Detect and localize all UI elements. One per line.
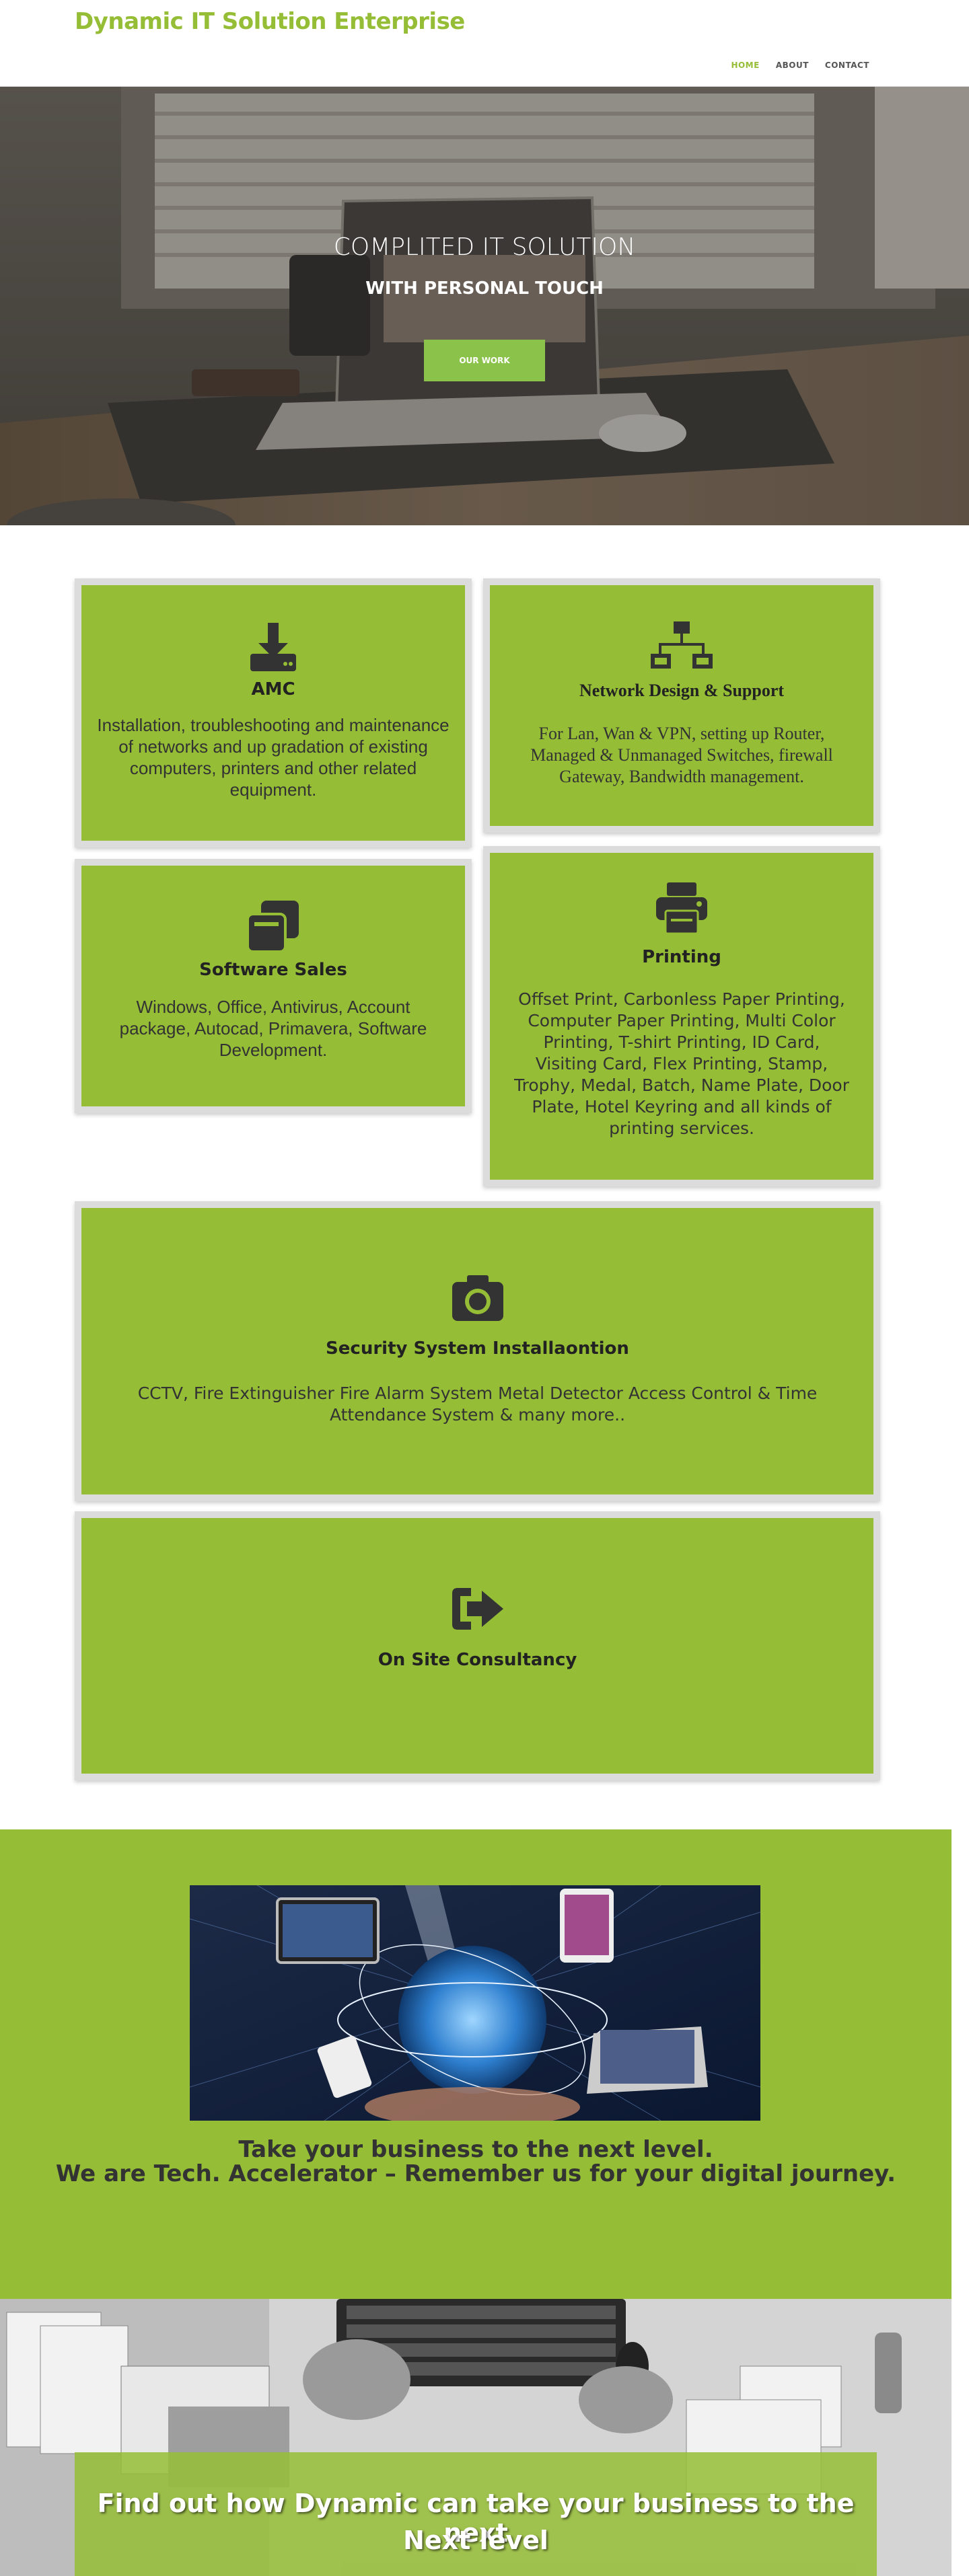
service-card-security: Security System Installaontion CCTV, Fir… [75,1201,880,1501]
service-text: For Lan, Wan & VPN, setting up Router, M… [530,724,833,786]
nav-contact[interactable]: CONTACT [825,61,869,70]
service-card-amc: AMC Installation, troubleshooting and ma… [75,578,472,847]
service-card-consultancy: On Site Consultancy [75,1511,880,1780]
our-work-button[interactable]: OUR WORK [424,340,545,381]
service-title: Printing [642,947,721,967]
service-title: Software Sales [199,960,347,980]
technology-image [190,1885,760,2121]
hero-overlay [0,87,969,525]
nav-about[interactable]: ABOUT [776,61,809,70]
download-icon [81,620,465,674]
site-header: Dynamic IT Solution Enterprise HOME ABOU… [0,0,969,87]
hero-section: COMPLITED IT SOLUTION WITH PERSONAL TOUC… [0,87,969,525]
brand-logo[interactable]: Dynamic IT Solution Enterprise [75,8,465,35]
tagline-line-2: We are Tech. Accelerator – Remember us f… [55,2160,896,2187]
service-text: Offset Print, Carbonless Paper Printing,… [514,989,849,1138]
service-text: CCTV, Fire Extinguisher Fire Alarm Syste… [137,1384,818,1425]
service-card-software: Software Sales Windows, Office, Antiviru… [75,859,472,1113]
clone-icon [81,899,465,953]
sitemap-icon [490,620,873,674]
service-title: Network Design & Support [579,681,785,700]
tagline-line-1: Take your business to the next level. [238,2136,713,2163]
hero-title: COMPLITED IT SOLUTION [333,233,636,261]
service-title: Security System Installaontion [326,1338,629,1359]
service-title: AMC [251,679,295,699]
service-text: Installation, troubleshooting and mainte… [97,715,450,800]
cta-line-2: Next level [403,2526,548,2555]
service-title: On Site Consultancy [378,1650,577,1670]
service-card-printing: Printing Offset Print, Carbonless Paper … [483,846,880,1186]
hero-subtitle: WITH PERSONAL TOUCH [365,278,604,299]
service-card-network: Network Design & Support For Lan, Wan & … [483,578,880,833]
service-text: Windows, Office, Antivirus, Account pack… [119,997,427,1060]
camera-icon [81,1274,873,1322]
print-icon [490,881,873,935]
nav-home[interactable]: HOME [731,61,759,70]
sign-out-icon [81,1585,873,1632]
main-nav: HOME ABOUT CONTACT [731,61,869,70]
